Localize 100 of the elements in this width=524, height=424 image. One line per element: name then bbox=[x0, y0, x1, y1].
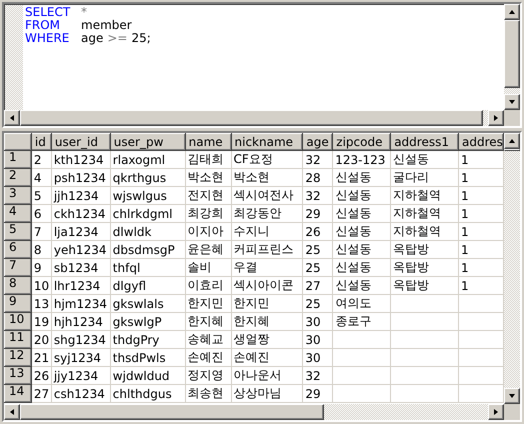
scroll-down-button[interactable] bbox=[504, 94, 520, 110]
column-header[interactable]: nickname bbox=[231, 134, 303, 150]
table-cell: 손예진 bbox=[185, 348, 231, 366]
scroll-down-button[interactable] bbox=[504, 388, 520, 404]
row-header[interactable]: 7 bbox=[4, 258, 32, 276]
table-cell: 한지혜 bbox=[185, 312, 231, 330]
empty-cell bbox=[332, 348, 391, 366]
table-cell: 29 bbox=[302, 384, 333, 402]
row-header[interactable]: 9 bbox=[4, 294, 32, 312]
scrollbar-corner bbox=[504, 404, 520, 420]
row-header[interactable]: 3 bbox=[4, 186, 32, 204]
table-cell: 신설동 bbox=[332, 168, 391, 186]
table-cell: 9 bbox=[31, 258, 52, 276]
table-cell: 이효리 bbox=[185, 276, 231, 294]
table-cell: 종로구 bbox=[332, 312, 391, 330]
column-header[interactable]: addres bbox=[458, 134, 504, 150]
column-header[interactable]: zipcode bbox=[332, 134, 391, 150]
sql-text: age bbox=[81, 32, 104, 45]
table-cell: 8 bbox=[31, 240, 52, 258]
table-cell: 26 bbox=[31, 366, 52, 384]
row-header[interactable]: 2 bbox=[4, 168, 32, 186]
table-cell: rlaxogml bbox=[110, 150, 186, 168]
table-cell: kth1234 bbox=[51, 150, 110, 168]
scrollbar-corner bbox=[504, 110, 520, 126]
scroll-up-button[interactable] bbox=[504, 4, 520, 20]
table-cell: 신설동 bbox=[332, 276, 391, 294]
sql-text: 25; bbox=[131, 32, 151, 45]
scroll-left-button[interactable] bbox=[4, 110, 20, 126]
table-cell: thsdPwls bbox=[110, 348, 186, 366]
table-cell: 28 bbox=[302, 168, 333, 186]
row-header[interactable]: 12 bbox=[4, 348, 32, 366]
row-header[interactable]: 1 bbox=[4, 150, 32, 168]
table-cell: chlrkdgml bbox=[110, 204, 186, 222]
table-cell: 김태희 bbox=[185, 150, 231, 168]
row-header[interactable]: 4 bbox=[4, 204, 32, 222]
table-cell: 19 bbox=[31, 312, 52, 330]
table-cell: 커피프린스 bbox=[231, 240, 303, 258]
empty-cell bbox=[332, 330, 391, 348]
table-cell: psh1234 bbox=[51, 168, 110, 186]
table-cell: 25 bbox=[302, 258, 333, 276]
row-header[interactable]: 10 bbox=[4, 312, 32, 330]
table-cell: 전지현 bbox=[185, 186, 231, 204]
sql-operator: >= bbox=[107, 32, 128, 45]
table-cell: 여의도 bbox=[332, 294, 391, 312]
table-cell: 섹시아이콘 bbox=[231, 276, 303, 294]
column-header[interactable]: user_pw bbox=[110, 134, 186, 150]
table-cell: hjm1234 bbox=[51, 294, 110, 312]
table-cell: 박소현 bbox=[231, 168, 303, 186]
table-cell: 옥탑방 bbox=[390, 276, 459, 294]
column-header[interactable]: address1 bbox=[390, 134, 459, 150]
table-cell: ckh1234 bbox=[51, 204, 110, 222]
table-cell: 신설동 bbox=[390, 150, 459, 168]
table-cell: 옥탑방 bbox=[390, 258, 459, 276]
column-header[interactable]: user_id bbox=[51, 134, 110, 150]
table-cell: 신설동 bbox=[332, 240, 391, 258]
scroll-right-button[interactable] bbox=[488, 110, 504, 126]
table-cell: 송혜교 bbox=[185, 330, 231, 348]
table-cell: 우결 bbox=[231, 258, 303, 276]
table-cell: 25 bbox=[302, 240, 333, 258]
scroll-right-button[interactable] bbox=[488, 404, 504, 420]
table-cell: 신설동 bbox=[332, 258, 391, 276]
table-cell: 아나운서 bbox=[231, 366, 303, 384]
table-cell: thdgPry bbox=[110, 330, 186, 348]
table-cell: wjdwldud bbox=[110, 366, 186, 384]
table-cell: dlgyfl bbox=[110, 276, 186, 294]
table-cell: 최강동안 bbox=[231, 204, 303, 222]
column-header[interactable]: name bbox=[185, 134, 231, 150]
table-cell: 최송현 bbox=[185, 384, 231, 402]
table-cell: 한지민 bbox=[231, 294, 303, 312]
column-header[interactable]: age bbox=[302, 134, 333, 150]
empty-cell bbox=[390, 330, 459, 348]
table-cell: 26 bbox=[302, 222, 333, 240]
row-header[interactable]: 6 bbox=[4, 240, 32, 258]
table-cell: dbsdmsgP bbox=[110, 240, 186, 258]
table-cell: CF요정 bbox=[231, 150, 303, 168]
row-header[interactable]: 11 bbox=[4, 330, 32, 348]
table-cell: 지하철역 bbox=[390, 186, 459, 204]
table-cell: 이지아 bbox=[185, 222, 231, 240]
table-cell: lja1234 bbox=[51, 222, 110, 240]
column-header[interactable]: id bbox=[31, 134, 52, 150]
table-cell: 13 bbox=[31, 294, 52, 312]
sql-keyword: FROM bbox=[25, 19, 62, 32]
row-header[interactable]: 8 bbox=[4, 276, 32, 294]
table-cell: 수지니 bbox=[231, 222, 303, 240]
table-cell: csh1234 bbox=[51, 384, 110, 402]
table-cell: dlwldk bbox=[110, 222, 186, 240]
table-cell: 솔비 bbox=[185, 258, 231, 276]
table-cell: 30 bbox=[302, 348, 333, 366]
table-cell: 한지혜 bbox=[231, 312, 303, 330]
row-header[interactable]: 13 bbox=[4, 366, 32, 384]
table-cell: 30 bbox=[302, 330, 333, 348]
table-cell: thfql bbox=[110, 258, 186, 276]
table-cell: 25 bbox=[302, 294, 333, 312]
scroll-up-button[interactable] bbox=[504, 133, 520, 149]
scroll-left-button[interactable] bbox=[4, 404, 20, 420]
table-cell: 지하철역 bbox=[390, 204, 459, 222]
row-header[interactable]: 5 bbox=[4, 222, 32, 240]
row-header[interactable]: 14 bbox=[4, 384, 32, 402]
empty-cell bbox=[390, 294, 459, 312]
table-cell: chlthdgus bbox=[110, 384, 186, 402]
